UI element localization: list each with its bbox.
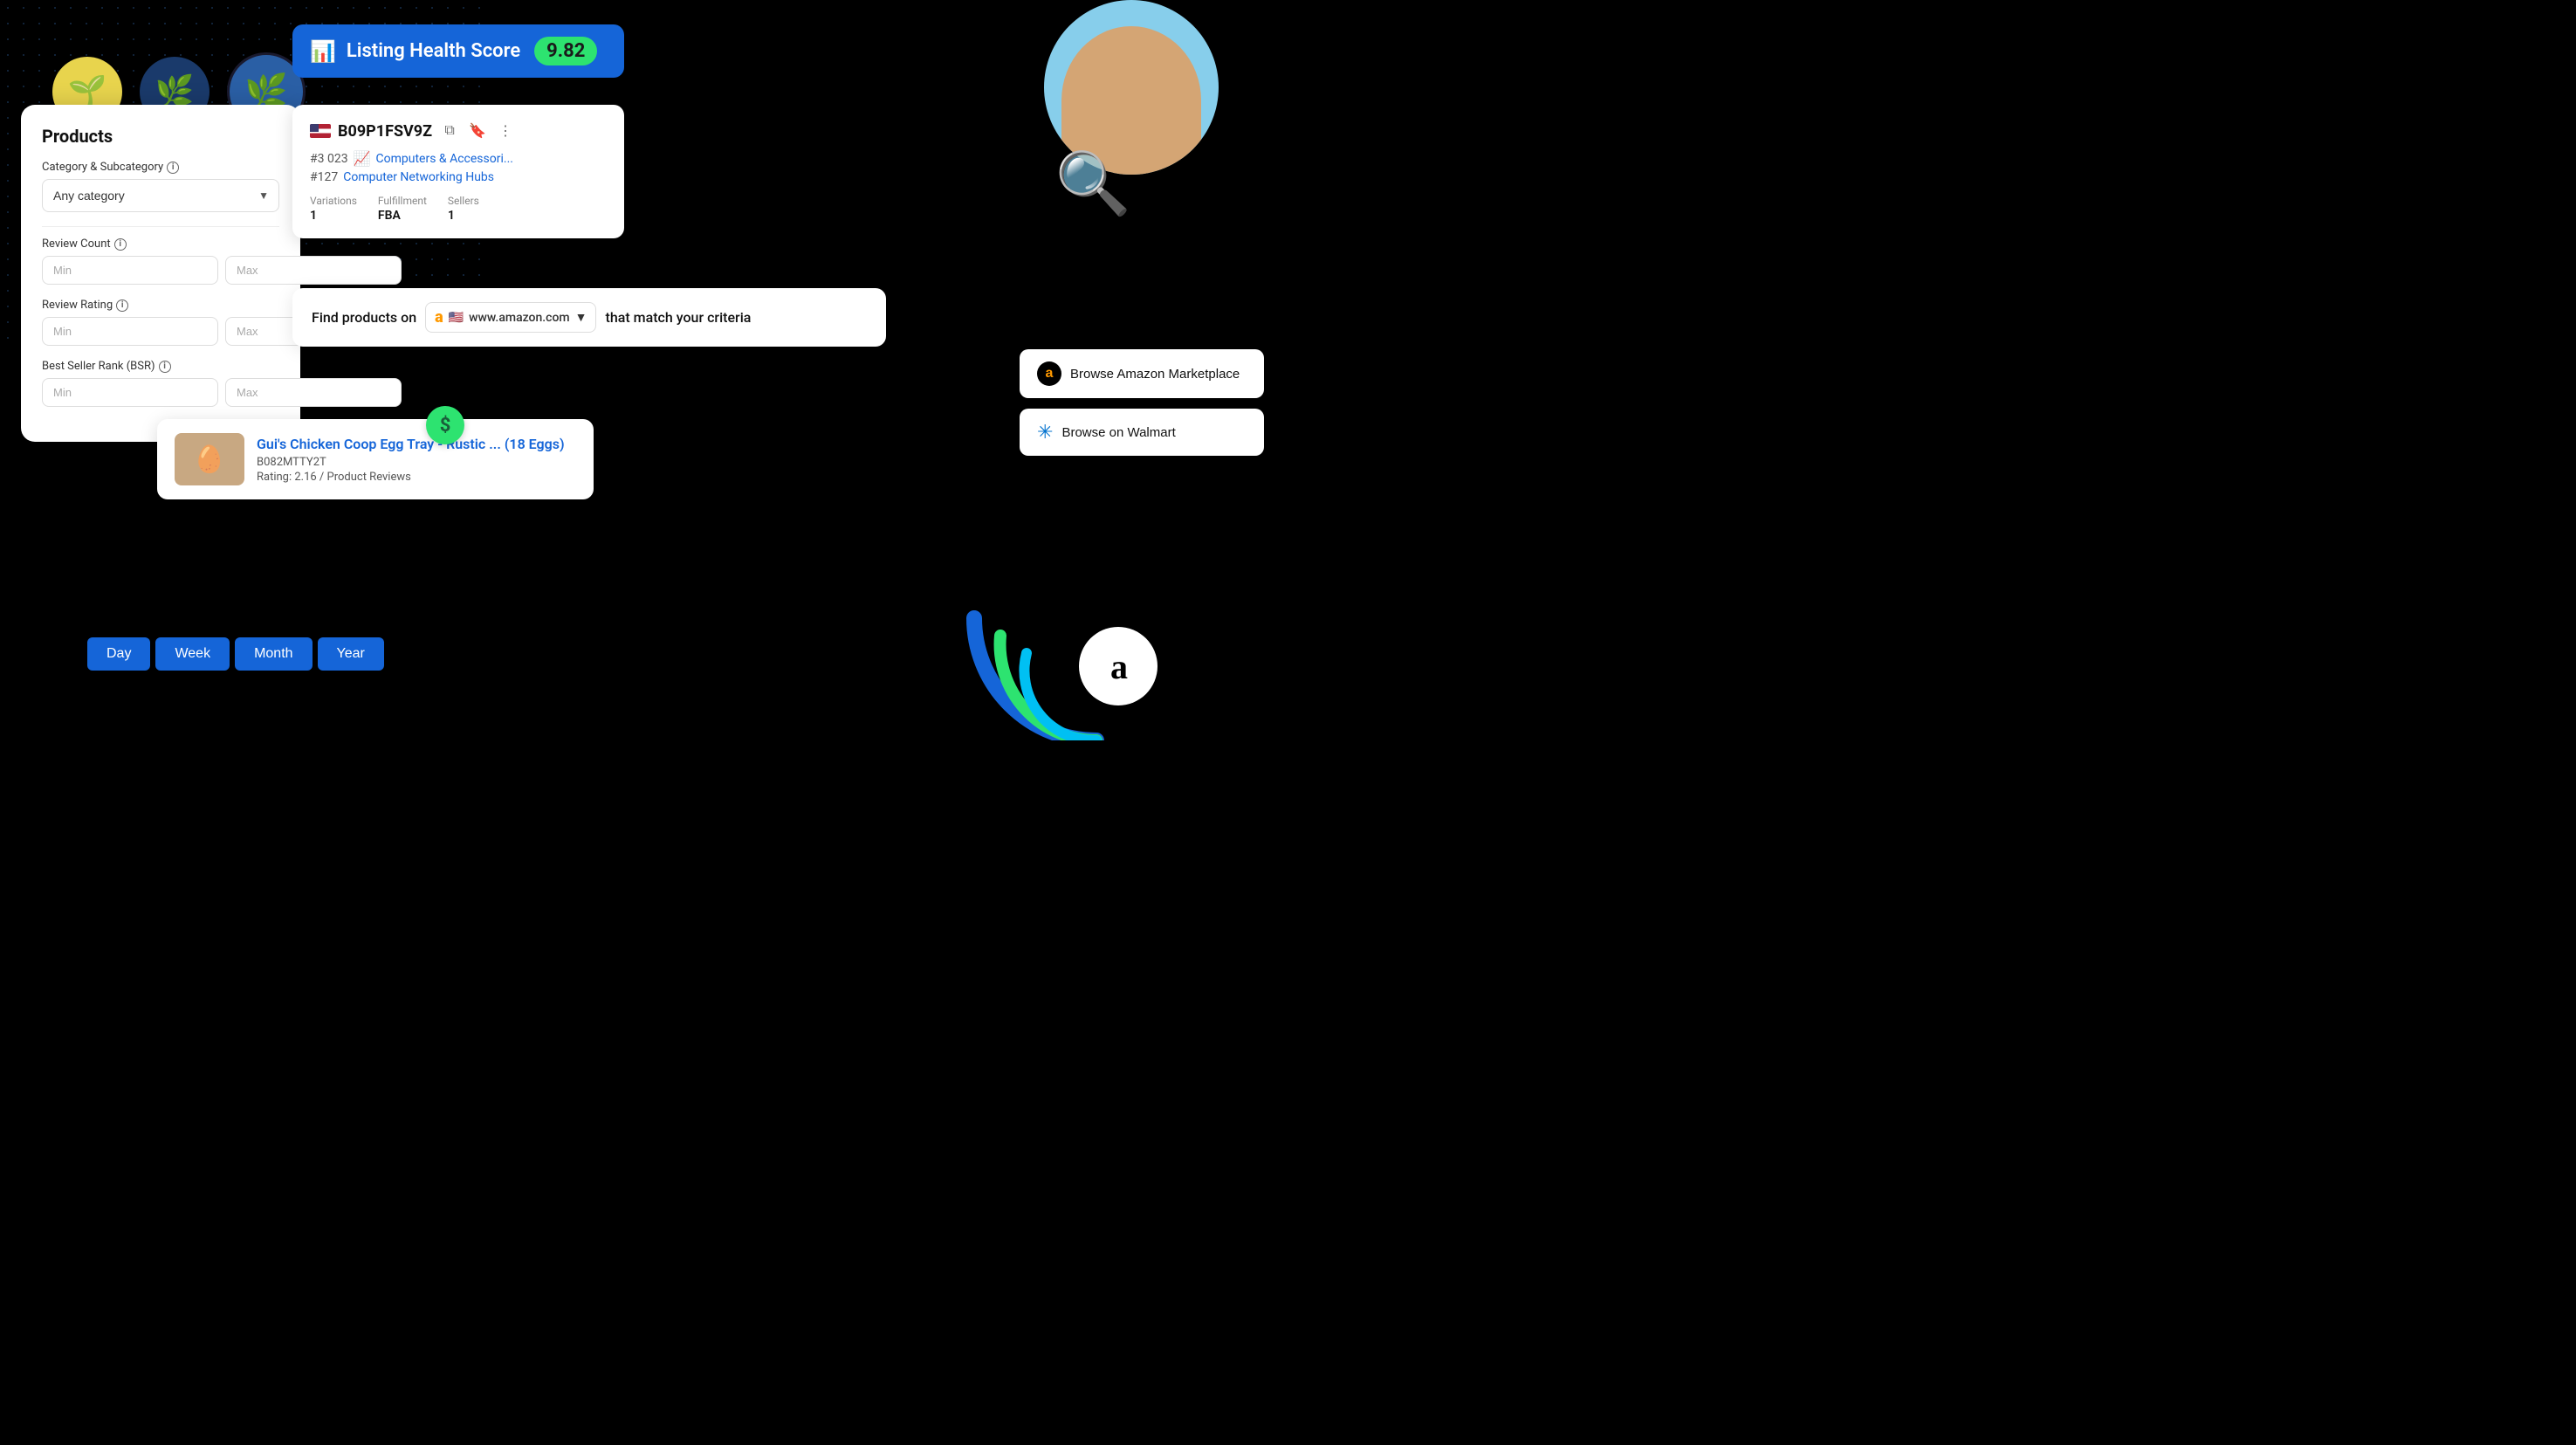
bsr-group: Best Seller Rank (BSR) i: [42, 360, 279, 407]
health-score-badge: 9.82: [534, 37, 597, 65]
fulfillment-meta: Fulfillment FBA: [378, 195, 427, 223]
browse-buttons-container: a Browse Amazon Marketplace ✳ Browse on …: [1020, 349, 1264, 456]
product-result-title: Gui's Chicken Coop Egg Tray - Rustic ...…: [257, 436, 565, 452]
rank-2-row: #127 Computer Networking Hubs: [310, 170, 607, 184]
divider-1: [42, 226, 279, 227]
review-rating-label: Review Rating i: [42, 299, 279, 312]
bsr-min[interactable]: [42, 378, 218, 407]
review-count-info-icon[interactable]: i: [114, 238, 127, 251]
health-score-icon: 📊: [310, 39, 336, 64]
time-btn-day[interactable]: Day: [87, 637, 150, 671]
find-products-prefix: Find products on: [312, 309, 416, 326]
browse-walmart-button[interactable]: ✳ Browse on Walmart: [1020, 409, 1264, 456]
products-panel-title: Products: [42, 126, 279, 147]
more-options-button[interactable]: ⋮: [495, 120, 516, 141]
category-1-link[interactable]: Computers & Accessori...: [376, 152, 513, 166]
sellers-label: Sellers: [448, 195, 479, 207]
time-btn-year[interactable]: Year: [318, 637, 384, 671]
review-rating-group: Review Rating i: [42, 299, 279, 346]
browse-amazon-button[interactable]: a Browse Amazon Marketplace: [1020, 349, 1264, 398]
review-count-max[interactable]: [225, 256, 402, 285]
amazon-a-logo: a: [1110, 646, 1126, 687]
category-select[interactable]: Any category Electronics Computers & Acc…: [42, 179, 279, 212]
marketplace-dropdown[interactable]: a 🇺🇸 www.amazon.com ▼: [425, 302, 596, 333]
bsr-label: Best Seller Rank (BSR) i: [42, 360, 279, 373]
fulfillment-label: Fulfillment: [378, 195, 427, 207]
review-count-min[interactable]: [42, 256, 218, 285]
review-rating-inputs: [42, 317, 279, 346]
marketplace-url: www.amazon.com: [469, 311, 570, 325]
category-label: Category & Subcategory i: [42, 161, 279, 174]
us-flag: [310, 124, 331, 138]
trending-icon: 📈: [354, 150, 371, 167]
variations-label: Variations: [310, 195, 357, 207]
flag-us-small: 🇺🇸: [449, 311, 464, 325]
category-info-icon[interactable]: i: [167, 162, 179, 174]
health-score-card: 📊 Listing Health Score 9.82: [292, 24, 624, 78]
variations-meta: Variations 1: [310, 195, 357, 223]
fulfillment-value: FBA: [378, 209, 427, 223]
product-result-info: Gui's Chicken Coop Egg Tray - Rustic ...…: [257, 436, 565, 484]
products-panel: Products Category & Subcategory i Any ca…: [21, 105, 300, 442]
time-btn-month[interactable]: Month: [235, 637, 312, 671]
browse-amazon-label: Browse Amazon Marketplace: [1070, 367, 1240, 382]
bsr-inputs: [42, 378, 279, 407]
review-count-inputs: [42, 256, 279, 285]
health-score-label: Listing Health Score: [347, 40, 520, 62]
walmart-icon: ✳: [1037, 421, 1053, 444]
review-count-label: Review Count i: [42, 237, 279, 251]
product-meta: Variations 1 Fulfillment FBA Sellers 1: [310, 195, 607, 223]
product-result-rating: Rating: 2.16 / Product Reviews: [257, 471, 565, 484]
bsr-max[interactable]: [225, 378, 402, 407]
sellers-value: 1: [448, 209, 479, 223]
review-rating-min[interactable]: [42, 317, 218, 346]
product-result-sku: B082MTTY2T: [257, 456, 565, 469]
search-decoration: 🔍: [1055, 148, 1131, 220]
review-rating-info-icon[interactable]: i: [116, 299, 128, 312]
review-count-group: Review Count i: [42, 237, 279, 285]
browse-walmart-label: Browse on Walmart: [1061, 425, 1175, 440]
variations-value: 1: [310, 209, 357, 223]
amazon-icon: a: [1037, 361, 1061, 386]
time-buttons-row: Day Week Month Year: [87, 637, 384, 671]
amazon-logo-small: a: [435, 308, 443, 327]
category-2-link[interactable]: Computer Networking Hubs: [343, 170, 494, 184]
bsr-info-icon[interactable]: i: [159, 361, 171, 373]
find-products-suffix: that match your criteria: [605, 309, 751, 326]
amazon-circle-br: a: [1079, 627, 1157, 705]
product-thumbnail: 🥚: [175, 433, 244, 485]
sellers-meta: Sellers 1: [448, 195, 479, 223]
category-group: Category & Subcategory i Any category El…: [42, 161, 279, 212]
asin-row: B09P1FSV9Z ⧉ 🔖 ⋮: [310, 120, 607, 141]
product-result-card[interactable]: 🥚 Gui's Chicken Coop Egg Tray - Rustic .…: [157, 419, 594, 499]
bookmark-button[interactable]: 🔖: [467, 120, 488, 141]
find-products-bar: Find products on a 🇺🇸 www.amazon.com ▼ t…: [292, 288, 886, 347]
asin-text: B09P1FSV9Z: [338, 122, 432, 141]
dropdown-arrow-icon: ▼: [575, 310, 587, 325]
category-select-wrapper: Any category Electronics Computers & Acc…: [42, 179, 279, 212]
copy-button[interactable]: ⧉: [439, 120, 460, 141]
time-btn-week[interactable]: Week: [155, 637, 230, 671]
dollar-badge: $: [426, 406, 464, 444]
rank-1-row: #3 023 📈 Computers & Accessori...: [310, 150, 607, 167]
product-detail-card: B09P1FSV9Z ⧉ 🔖 ⋮ #3 023 📈 Computers & Ac…: [292, 105, 624, 238]
